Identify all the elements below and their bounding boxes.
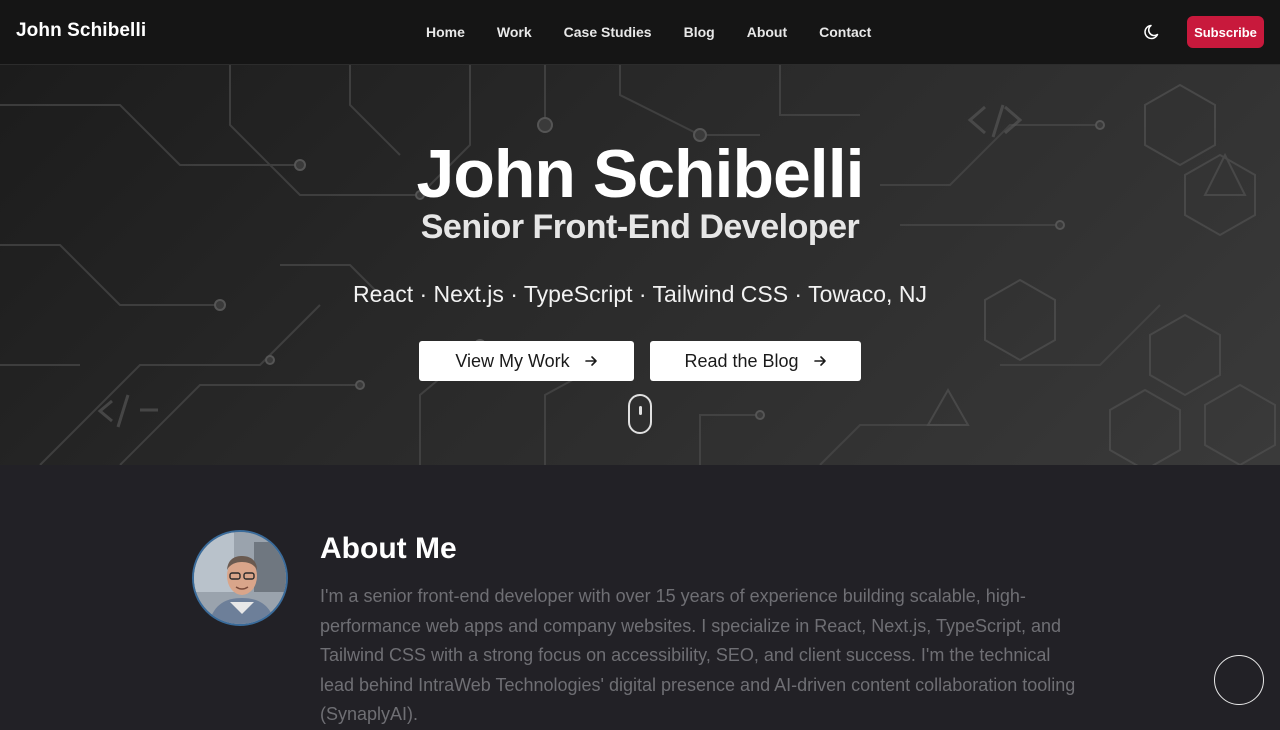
circle-button-icon[interactable] [1214,655,1264,705]
site-header: John Schibelli Home Work Case Studies Bl… [0,0,1280,65]
arrow-right-icon [813,356,826,366]
view-my-work-button[interactable]: View My Work [419,341,634,381]
nav-link-contact[interactable]: Contact [803,24,887,40]
scroll-wheel-dot [639,406,642,415]
nav-link-home[interactable]: Home [410,24,481,40]
mouse-scroll-icon[interactable] [628,394,652,434]
nav-link-about[interactable]: About [731,24,803,40]
view-my-work-label: View My Work [455,350,570,371]
about-text: I'm a senior front-end developer with ov… [320,586,1076,724]
profile-photo [192,530,288,626]
hero-tech-stack: React · Next.js · TypeScript · Tailwind … [353,281,927,307]
hero-subtitle: Senior Front-End Developer [420,208,860,246]
nav-link-work[interactable]: Work [481,24,548,40]
nav-link-case-studies[interactable]: Case Studies [548,24,668,40]
read-the-blog-button[interactable]: Read the Blog [650,341,861,381]
subscribe-button[interactable]: Subscribe [1187,16,1264,48]
about-section: About Me I'm a senior front-end develope… [0,465,1280,724]
hero-title: John Schibelli [416,136,865,212]
main-nav: Home Work Case Studies Blog About Contac… [410,0,887,64]
read-the-blog-label: Read the Blog [684,350,799,371]
moon-icon[interactable] [1142,21,1164,43]
about-title: About Me [320,532,457,565]
site-brand[interactable]: John Schibelli [16,20,146,42]
nav-link-blog[interactable]: Blog [668,24,731,40]
hero-section: John Schibelli Senior Front-End Develope… [0,65,1280,465]
arrow-right-icon [584,356,597,366]
